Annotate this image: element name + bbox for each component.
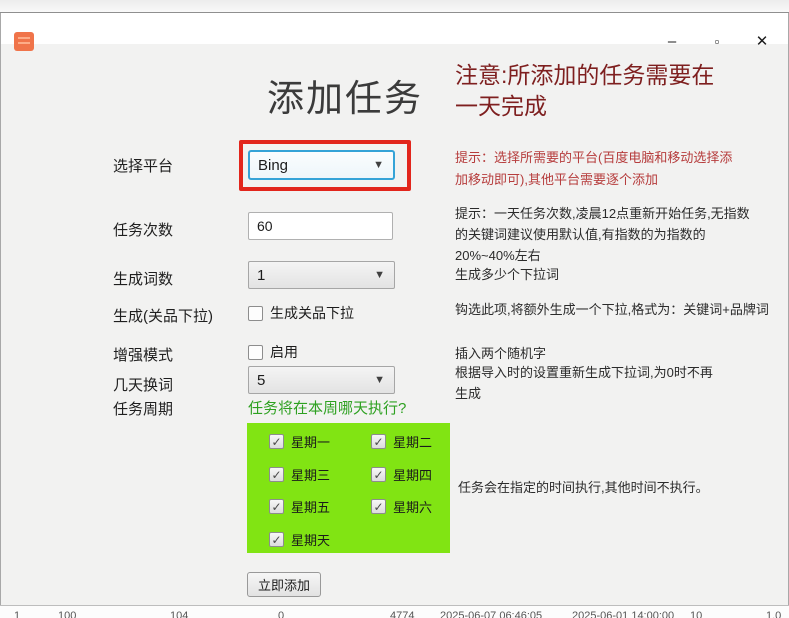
app-icon [14, 32, 34, 51]
background-cell: 1 [14, 610, 20, 618]
submit-button[interactable]: 立即添加 [247, 572, 321, 597]
window-titlebar[interactable]: – ▫ ✕ [0, 13, 789, 44]
platform-label: 选择平台 [113, 155, 173, 176]
chevron-down-icon: ▼ [374, 269, 385, 281]
weekday-label: 星期六 [393, 497, 432, 516]
warning-text: 注意:所添加的任务需要在一天完成 [455, 60, 733, 122]
task-cycle-question: 任务将在本周哪天执行? [248, 397, 406, 418]
word-count-label: 生成词数 [113, 268, 173, 289]
background-window-row: 1 100 104 0 4774 2025-06-07 06:46:05 202… [0, 605, 789, 618]
word-count-dropdown[interactable]: 1 ▼ [248, 261, 395, 289]
weekday-checkbox-friday[interactable]: 星期五 [269, 497, 330, 516]
background-cell: 104 [170, 610, 188, 618]
related-pulldown-label: 生成(关品下拉) [113, 305, 213, 326]
checkbox-checked-icon [371, 499, 386, 514]
maximize-button[interactable]: ▫ [700, 28, 734, 54]
minimize-button[interactable]: – [655, 28, 689, 54]
enhanced-mode-hint: 插入两个随机字 [455, 343, 546, 364]
weekday-label: 星期二 [393, 432, 432, 451]
chevron-down-icon: ▼ [374, 374, 385, 386]
weekday-checkbox-saturday[interactable]: 星期六 [371, 497, 432, 516]
weekday-checkbox-monday[interactable]: 星期一 [269, 432, 330, 451]
weekday-label: 星期一 [291, 432, 330, 451]
related-pulldown-checkbox[interactable]: 生成关品下拉 [248, 303, 354, 323]
days-change-hint: 根据导入时的设置重新生成下拉词,为0时不再生成 [455, 362, 723, 404]
close-button[interactable]: ✕ [745, 28, 779, 54]
background-cell: 2025-06-07 06:46:05 [440, 610, 542, 618]
background-cell: 0 [278, 610, 284, 618]
checkbox-checked-icon [371, 467, 386, 482]
platform-hint: 提示：选择所需要的平台(百度电脑和移动选择添加移动即可),其他平台需要逐个添加 [455, 147, 740, 191]
checkbox-unchecked-icon [248, 306, 263, 321]
weekday-checkbox-wednesday[interactable]: 星期三 [269, 465, 330, 484]
task-count-hint: 提示：一天任务次数,凌晨12点重新开始任务,无指数的关键词建议使用默认值,有指数… [455, 203, 753, 266]
app-icon-lines [18, 37, 30, 46]
weekday-checkbox-thursday[interactable]: 星期四 [371, 465, 432, 484]
checkbox-checked-icon [269, 532, 284, 547]
platform-dropdown-value: Bing [258, 157, 373, 174]
days-change-dropdown[interactable]: 5 ▼ [248, 366, 395, 394]
window-left-border [0, 13, 1, 605]
window-top-edge [0, 0, 789, 13]
background-cell: 2025-06-01 14:00:00 [572, 610, 674, 618]
background-cell: 10 [690, 610, 702, 618]
platform-dropdown[interactable]: Bing ▼ [248, 150, 395, 180]
checkbox-checked-icon [371, 434, 386, 449]
weekday-panel: 星期一 星期二 星期三 星期四 星期五 星期六 星期天 [247, 423, 450, 553]
weekday-label: 星期四 [393, 465, 432, 484]
weekday-label: 星期三 [291, 465, 330, 484]
weekday-checkbox-sunday[interactable]: 星期天 [269, 530, 330, 549]
word-count-dropdown-value: 1 [257, 267, 374, 284]
task-count-label: 任务次数 [113, 219, 173, 240]
checkbox-checked-icon [269, 499, 284, 514]
checkbox-checked-icon [269, 467, 284, 482]
related-pulldown-hint: 钩选此项,将额外生成一个下拉,格式为：关键词+品牌词 [455, 299, 769, 320]
task-count-input[interactable] [248, 212, 393, 240]
days-change-dropdown-value: 5 [257, 372, 374, 389]
chevron-down-icon: ▼ [373, 159, 384, 171]
enhanced-mode-checkbox[interactable]: 启用 [248, 342, 298, 362]
task-cycle-label: 任务周期 [113, 398, 173, 419]
checkbox-checked-icon [269, 434, 284, 449]
days-change-label: 几天换词 [113, 374, 173, 395]
checkbox-unchecked-icon [248, 345, 263, 360]
enhanced-mode-checkbox-label: 启用 [270, 342, 298, 362]
weekday-checkbox-tuesday[interactable]: 星期二 [371, 432, 432, 451]
word-count-hint: 生成多少个下拉词 [455, 264, 559, 285]
page-title: 添加任务 [267, 68, 423, 122]
enhanced-mode-label: 增强模式 [113, 344, 173, 365]
background-cell: 100 [58, 610, 76, 618]
background-cell: 4774 [390, 610, 414, 618]
weekday-label: 星期天 [291, 530, 330, 549]
background-cell: 1.0 [766, 610, 781, 618]
weekday-label: 星期五 [291, 497, 330, 516]
weekday-hint: 任务会在指定的时间执行,其他时间不执行。 [458, 477, 709, 498]
related-pulldown-checkbox-label: 生成关品下拉 [270, 303, 354, 323]
